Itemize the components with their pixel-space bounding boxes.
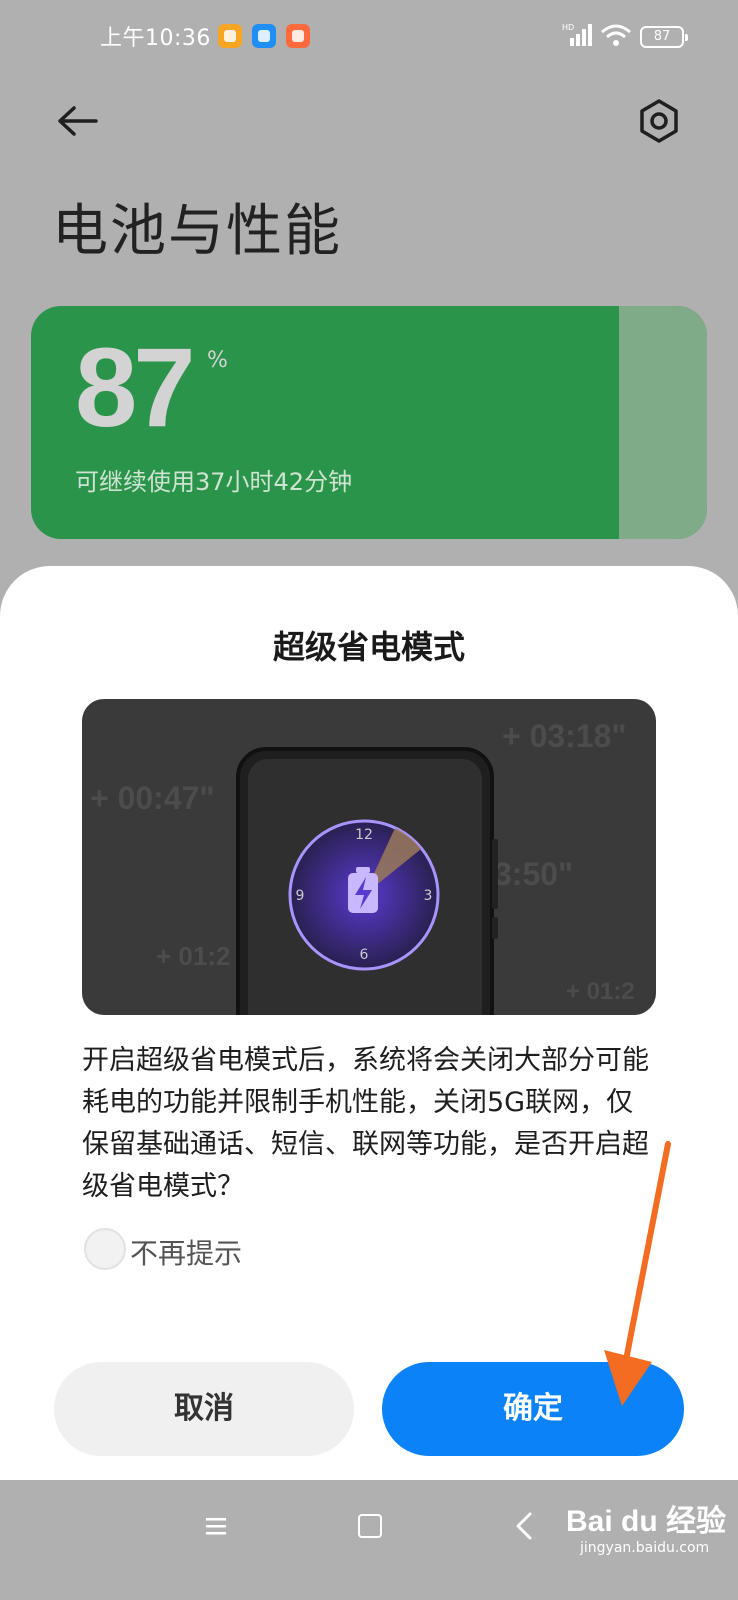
dialog-title: 超级省电模式 [272,628,465,666]
bg-time-5: + 01:2 [566,978,635,1005]
tutorial-arrow-icon [604,1141,671,1406]
bg-time-4: + 01:2 [156,941,230,971]
settings-hexagon-icon[interactable] [638,98,680,144]
battery-percent-unit: % [207,348,228,373]
navigation-bar: Bai du 经验 jingyan.baidu.com [0,1480,738,1600]
notification-red-icon [286,24,310,48]
wifi-icon [601,24,631,46]
status-bar: 上午10:36 HD 87 [0,0,738,72]
phone-side-button-1 [492,839,498,909]
signal-hd-icon: HD [562,23,592,46]
notification-orange-icon [218,24,242,48]
back-arrow-icon[interactable] [56,98,102,144]
dialog-body: 开启超级省电模式后，系统将会关闭大部分可能耗电的功能并限制手机性能，关闭5G联网… [82,1045,649,1202]
home-icon[interactable] [358,1514,382,1538]
svg-text:HD: HD [562,23,574,32]
status-time: 上午10:36 [100,26,211,51]
battery-remaining-time: 可继续使用37小时42分钟 [75,468,353,496]
clock-number-12: 12 [355,827,373,843]
bg-time-3: 3:50" [494,856,573,892]
page-title: 电池与性能 [52,199,342,264]
bg-time-1: + 00:47" [90,780,215,816]
battery-card-empty-portion [619,306,707,539]
watermark-url: jingyan.baidu.com [580,1540,710,1556]
watermark-logo: Bai du 经验 [566,1505,727,1538]
clock-number-9: 9 [296,888,305,904]
phone-side-button-2 [492,917,498,939]
battery-percent: 87 [75,325,196,450]
battery-icon: 87 [640,26,688,48]
clock-number-6: 6 [360,947,369,963]
clock-number-3: 3 [424,888,433,904]
back-icon[interactable] [514,1512,534,1540]
notification-blue-icon [252,24,276,48]
cancel-button[interactable]: 取消 [54,1362,354,1456]
dont-remind-radio[interactable] [84,1228,126,1270]
power-saver-illustration: + 00:47" + 03:18" 3:50" + 01:2 + 01:2 12… [82,699,656,1015]
menu-icon[interactable] [204,1514,228,1538]
battery-card[interactable]: 87 % 可继续使用37小时42分钟 [31,306,707,539]
dont-remind-label: 不再提示 [130,1237,243,1270]
bg-time-2: + 03:18" [502,718,627,754]
